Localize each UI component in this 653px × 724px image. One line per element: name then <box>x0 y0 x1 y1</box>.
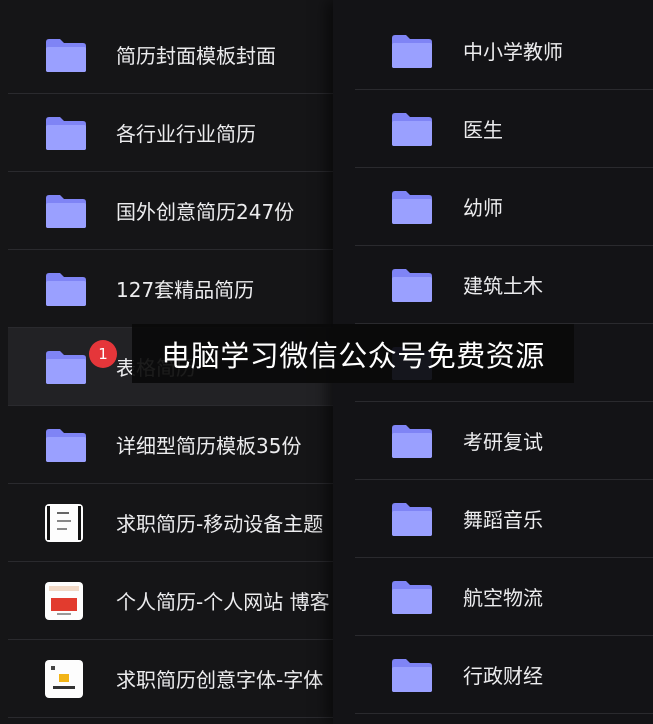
item-label: 幼师 <box>463 196 503 220</box>
list-item[interactable]: 求职简历创意字体-字体 <box>8 640 333 718</box>
folder-icon <box>392 580 432 614</box>
folder-icon <box>392 190 432 224</box>
item-label: 舞蹈音乐 <box>463 508 543 532</box>
folder-icon <box>46 350 86 384</box>
folder-icon <box>392 502 432 536</box>
item-label: 国外创意简历247份 <box>116 200 295 224</box>
folder-icon <box>392 112 432 146</box>
watermark-overlay: 电脑学习微信公众号免费资源 <box>132 324 574 383</box>
folder-icon <box>392 268 432 302</box>
folder-icon <box>46 428 86 462</box>
item-label: 医生 <box>463 118 503 142</box>
item-label: 行政财经 <box>463 664 543 688</box>
folder-icon <box>46 194 86 228</box>
item-label: 详细型简历模板35份 <box>116 434 302 458</box>
list-item[interactable]: 个人简历-个人网站 博客 <box>8 562 333 640</box>
item-label: 航空物流 <box>463 586 543 610</box>
list-item[interactable]: 简历封面模板封面 <box>8 16 333 94</box>
list-item[interactable]: 建筑土木 <box>355 246 653 324</box>
item-label: 各行业行业简历 <box>116 122 256 146</box>
item-label: 127套精品简历 <box>116 278 255 302</box>
list-item[interactable]: 考研复试 <box>355 402 653 480</box>
item-label: 求职简历-移动设备主题 <box>116 512 324 536</box>
list-item[interactable]: 中小学教师 <box>355 12 653 90</box>
document-thumbnail-icon <box>45 503 83 542</box>
item-label: 中小学教师 <box>463 40 563 64</box>
folder-icon <box>392 658 432 692</box>
item-label: 建筑土木 <box>463 274 543 298</box>
folder-icon <box>46 38 86 72</box>
folder-icon <box>46 116 86 150</box>
document-thumbnail-icon <box>45 659 83 698</box>
list-item[interactable]: 各行业行业简历 <box>8 94 333 172</box>
folder-icon <box>46 272 86 306</box>
list-item[interactable]: 127套精品简历 <box>8 250 333 328</box>
list-item[interactable]: 行政财经 <box>355 636 653 714</box>
item-label: 求职简历创意字体-字体 <box>116 668 324 692</box>
folder-icon <box>392 424 432 458</box>
list-item[interactable]: 舞蹈音乐 <box>355 480 653 558</box>
list-item[interactable]: 航空物流 <box>355 558 653 636</box>
list-item[interactable]: 国外创意简历247份 <box>8 172 333 250</box>
document-thumbnail-icon <box>45 581 83 620</box>
notification-badge: 1 <box>89 340 117 368</box>
list-item[interactable]: 幼师 <box>355 168 653 246</box>
item-label: 考研复试 <box>463 430 543 454</box>
list-item[interactable]: 求职简历-移动设备主题 <box>8 484 333 562</box>
folder-icon <box>392 34 432 68</box>
list-item[interactable]: 医生 <box>355 90 653 168</box>
item-label: 简历封面模板封面 <box>116 44 276 68</box>
list-item[interactable]: 详细型简历模板35份 <box>8 406 333 484</box>
item-label: 个人简历-个人网站 博客 <box>116 590 330 614</box>
